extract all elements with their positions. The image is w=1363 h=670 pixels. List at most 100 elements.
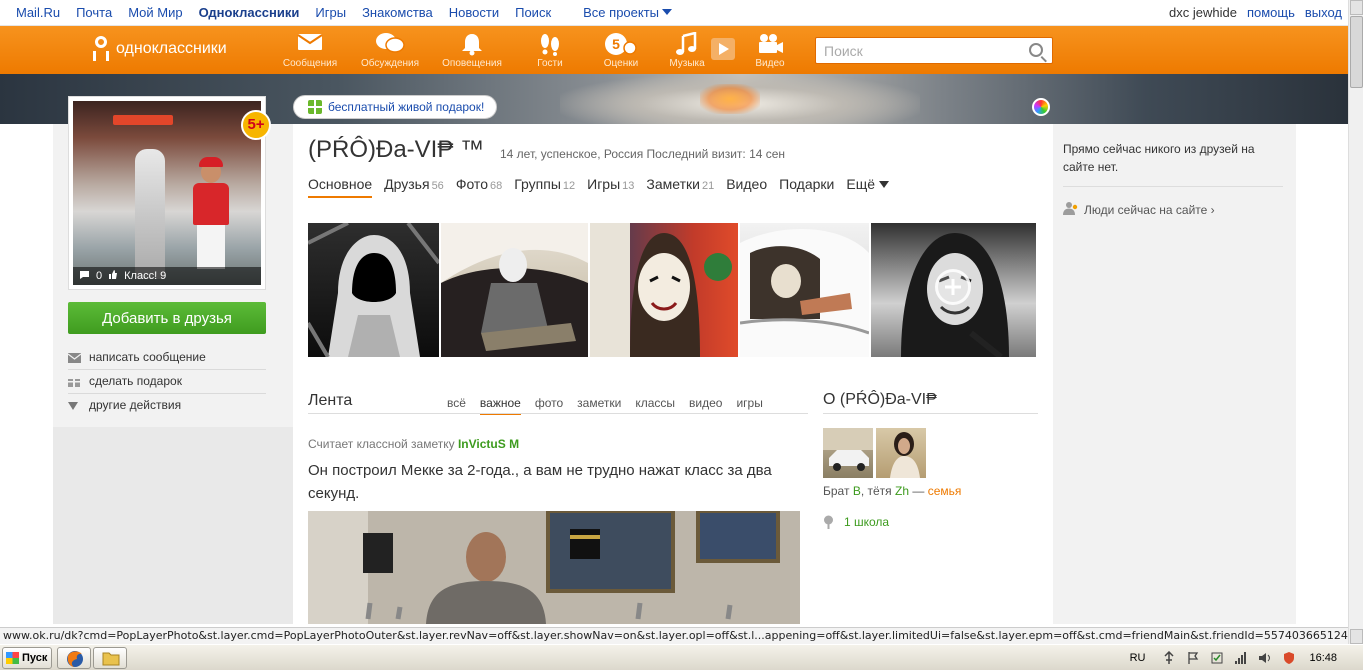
play-icon[interactable] — [711, 38, 735, 60]
svg-text:5: 5 — [612, 36, 620, 52]
volume-icon[interactable] — [1258, 651, 1272, 665]
avatar-photo — [73, 101, 261, 285]
explorer-taskbar-button[interactable] — [93, 647, 127, 669]
write-message-action[interactable]: написать сообщение — [67, 346, 266, 368]
family-link[interactable]: семья — [928, 484, 962, 498]
device-icon[interactable] — [1210, 651, 1224, 665]
nav-guests[interactable]: Гости — [519, 32, 581, 69]
tab-more-dropdown[interactable]: Ещё — [846, 176, 890, 198]
link-mailru[interactable]: Mail.Ru — [16, 5, 60, 20]
firefox-taskbar-button[interactable] — [57, 647, 91, 669]
all-projects-dropdown[interactable]: Все проекты — [567, 5, 673, 20]
scroll-down-arrow-icon[interactable] — [1350, 629, 1363, 644]
comment-icon[interactable] — [79, 270, 90, 283]
logout-link[interactable]: выход — [1305, 5, 1342, 20]
shield-icon[interactable] — [1282, 651, 1296, 665]
nav-video[interactable]: Видео — [739, 32, 801, 69]
recent-photo-5[interactable] — [871, 223, 1036, 357]
profile-avatar[interactable]: 0 Класс! 9 — [68, 96, 266, 290]
relatives-line: Брат B, тётя Zh — семья — [823, 484, 962, 498]
recent-photo-4[interactable] — [740, 223, 869, 357]
pin-icon — [823, 515, 834, 529]
feed-title: Лента — [308, 392, 353, 409]
link-moy-mir[interactable]: Мой Мир — [128, 5, 182, 20]
projects-links: Mail.Ru Почта Мой Мир Одноклассники Игры… — [0, 5, 673, 20]
age-rating-badge: 5+ — [241, 110, 271, 140]
relative-avatar-aunt[interactable] — [876, 428, 926, 478]
envelope-icon — [279, 32, 341, 56]
nav-messages[interactable]: Сообщения — [279, 32, 341, 69]
like-icon[interactable] — [108, 269, 118, 283]
tab-notes[interactable]: Заметки 21 — [646, 176, 714, 198]
link-igry[interactable]: Игры — [315, 5, 346, 20]
recent-photo-2[interactable] — [441, 223, 588, 357]
start-button[interactable]: Пуск — [2, 647, 52, 669]
clock[interactable]: 16:48 — [1309, 652, 1337, 664]
recent-photo-1[interactable] — [308, 223, 439, 357]
add-friend-button[interactable]: Добавить в друзья — [68, 302, 266, 334]
people-online-link[interactable]: Люди сейчас на сайте › — [1063, 201, 1215, 218]
envelope-icon — [67, 352, 82, 363]
video-camera-icon — [739, 32, 801, 56]
search-input[interactable] — [816, 38, 1016, 63]
ok-logo[interactable]: одноклассники — [92, 36, 227, 62]
nav-music[interactable]: Музыка — [656, 31, 718, 69]
usb-icon[interactable] — [1162, 650, 1176, 665]
scroll-up-arrow-icon[interactable] — [1350, 0, 1363, 15]
tab-main[interactable]: Основное — [308, 176, 373, 198]
account-links: dxc jewhide помощь выход — [1159, 5, 1342, 20]
rating-5-icon: 5 — [590, 32, 652, 56]
all-projects-label: Все проекты — [583, 5, 660, 20]
recent-photo-3[interactable] — [590, 223, 738, 357]
feed-divider — [308, 413, 808, 414]
tab-video[interactable]: Видео — [726, 176, 767, 198]
about-title: О (PŔÔ)Đa-VI₱ — [823, 391, 937, 408]
right-divider — [1063, 186, 1283, 187]
relative-link-brother[interactable]: B — [853, 484, 861, 498]
username[interactable]: dxc jewhide — [1169, 5, 1237, 20]
system-tray: RU 16:48 — [1130, 645, 1363, 670]
free-gift-banner[interactable]: бесплатный живой подарок! — [293, 95, 498, 119]
zoom-icon[interactable] — [935, 269, 971, 305]
logo-text: одноклассники — [116, 40, 227, 57]
tab-groups[interactable]: Группы 12 — [514, 176, 575, 198]
tab-gifts[interactable]: Подарки — [779, 176, 834, 198]
windows-flag-icon — [6, 652, 19, 664]
link-znakomstva[interactable]: Знакомства — [362, 5, 433, 20]
gift-icon — [68, 375, 81, 387]
other-actions-dropdown[interactable]: другие действия — [68, 393, 266, 415]
link-odnoklassniki[interactable]: Одноклассники — [199, 5, 300, 20]
triangle-down-icon — [68, 399, 81, 410]
search-box — [815, 37, 1053, 64]
profile-tabs: Основное Друзья 56 Фото 68 Группы 12 Игры 13… — [308, 176, 901, 198]
nav-notifications[interactable]: Оповещения — [441, 32, 503, 69]
relative-link-aunt[interactable]: Zh — [895, 484, 909, 498]
make-gift-action[interactable]: сделать подарок — [68, 369, 266, 391]
avatar-likes[interactable]: Класс! 9 — [124, 270, 166, 282]
network-icon[interactable] — [1234, 651, 1248, 665]
link-pochta[interactable]: Почта — [76, 5, 112, 20]
link-novosti[interactable]: Новости — [449, 5, 499, 20]
flag-icon[interactable] — [1186, 651, 1200, 665]
feed-item-header: Считает классной заметку InVictuS M — [308, 437, 520, 451]
help-link[interactable]: помощь — [1247, 5, 1295, 20]
tab-games[interactable]: Игры 13 — [587, 176, 634, 198]
left-column-footer — [53, 427, 293, 624]
firefox-icon — [67, 651, 83, 667]
theme-color-icon[interactable] — [1032, 98, 1050, 116]
feed-author-link[interactable]: InVictuS M — [458, 437, 519, 451]
school-link[interactable]: 1 школа — [823, 515, 889, 529]
tab-friends[interactable]: Друзья 56 — [384, 176, 444, 198]
tab-photos[interactable]: Фото 68 — [456, 176, 502, 198]
page-scrollbar[interactable] — [1348, 0, 1363, 644]
relative-avatar-brother[interactable] — [823, 428, 873, 478]
windows-taskbar: Пуск RU 16:48 — [0, 644, 1363, 670]
language-indicator[interactable]: RU — [1130, 652, 1146, 664]
feed-item-photo[interactable] — [308, 511, 800, 624]
link-poisk[interactable]: Поиск — [515, 5, 551, 20]
scrollbar-thumb[interactable] — [1350, 16, 1363, 88]
nav-discussions[interactable]: Обсуждения — [359, 32, 421, 69]
nav-ratings[interactable]: 5 Оценки — [590, 32, 652, 69]
feed-item-text: Он построил Мекке за 2-года., а вам не т… — [308, 462, 772, 502]
search-icon[interactable] — [1029, 43, 1043, 57]
